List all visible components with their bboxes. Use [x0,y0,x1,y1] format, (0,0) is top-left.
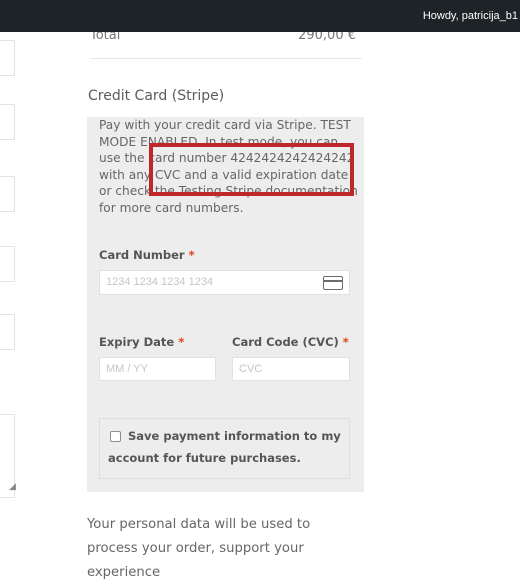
card-number-label-text: Card Number [99,248,185,262]
expiry-placeholder: MM / YY [106,363,148,375]
required-marker: * [342,335,349,349]
card-number-placeholder: 1234 1234 1234 1234 [106,276,214,288]
required-marker: * [188,248,195,262]
admin-greeting[interactable]: Howdy, patricija_b1 [423,0,518,32]
expiry-label: Expiry Date * [99,335,184,349]
credit-card-icon [323,276,343,290]
cvc-placeholder: CVC [239,363,263,375]
highlight-annotation [149,143,354,196]
admin-bar: Howdy, patricija_b1 [0,0,520,32]
left-field[interactable] [0,40,15,76]
card-number-input[interactable]: 1234 1234 1234 1234 [99,270,350,295]
left-field[interactable] [0,104,15,140]
left-form-column: ◢ [0,0,20,562]
left-field[interactable] [0,314,15,350]
card-number-label: Card Number * [99,248,195,262]
payment-method-title[interactable]: Credit Card (Stripe) [88,88,224,104]
save-payment-box: Save payment information to my account f… [99,418,350,479]
expiry-input[interactable]: MM / YY [99,357,216,381]
privacy-notice: Your personal data will be used to proce… [87,517,311,580]
cvc-input[interactable]: CVC [232,357,350,381]
left-field[interactable] [0,176,15,212]
left-field[interactable] [0,246,15,282]
save-payment-label[interactable]: Save payment information to my account f… [108,425,348,469]
required-marker: * [178,335,185,349]
cvc-label: Card Code (CVC) * [232,335,349,349]
resize-grip-icon[interactable]: ◢ [9,482,16,492]
cvc-label-text: Card Code (CVC) [232,335,339,349]
expiry-label-text: Expiry Date [99,335,175,349]
